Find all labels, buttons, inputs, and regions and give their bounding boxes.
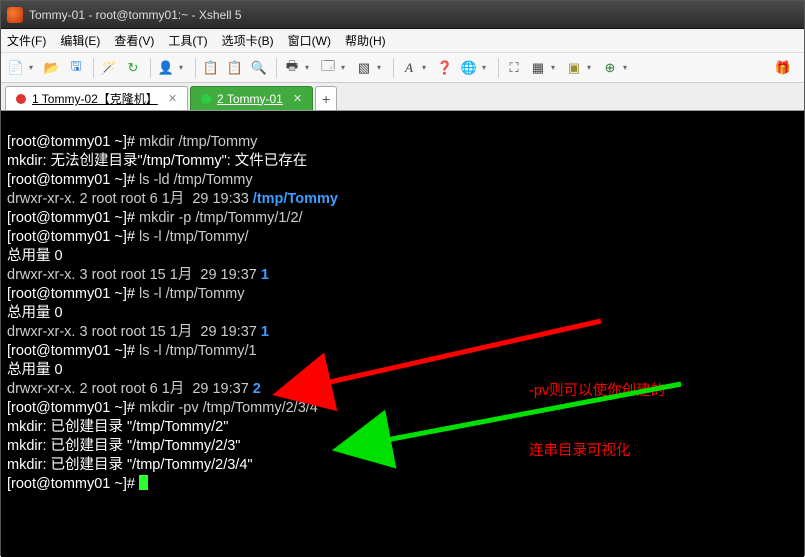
menu-view[interactable]: 查看(V) [114, 32, 154, 49]
dir: 2 [253, 381, 261, 397]
tab-bar: 1 Tommy-02【克隆机】 ✕ 2 Tommy-01 ✕ + [1, 83, 804, 111]
cmd: ls -l /tmp/Tommy/1 [139, 343, 257, 359]
transfer-icon[interactable]: ⊕ [599, 57, 621, 79]
menu-file[interactable]: 文件(F) [7, 32, 46, 49]
cmd: mkdir /tmp/Tommy [139, 134, 257, 150]
menu-help[interactable]: 帮助(H) [345, 32, 386, 49]
prompt: [root@tommy01 ~]# [7, 210, 139, 226]
help-icon[interactable]: ❓ [434, 57, 456, 79]
cmd: ls -ld /tmp/Tommy [139, 172, 253, 188]
add-tab-button[interactable]: + [315, 86, 337, 110]
path: /tmp/Tommy [253, 191, 338, 207]
dropdown-icon[interactable]: ▾ [587, 63, 595, 72]
copy-icon[interactable]: 📋 [200, 57, 222, 79]
tab-label: 1 Tommy-02【克隆机】 [32, 90, 158, 107]
output: mkdir: 无法创建目录"/tmp/Tommy": 文件已存在 [7, 153, 307, 169]
cmd: mkdir -p /tmp/Tommy/1/2/ [139, 210, 303, 226]
toolbar: 📄▾ 📂 🖫 🪄 ↻ 👤▾ 📋 📋 🔍 🖶▾ 🗔▾ ▧▾ A▾ ❓ 🌐▾ ⛶ ▦… [1, 53, 804, 83]
prompt: [root@tommy01 ~]# [7, 400, 139, 416]
separator [93, 58, 94, 78]
menu-window[interactable]: 窗口(W) [288, 32, 331, 49]
properties-icon[interactable]: 🗔 [317, 57, 339, 79]
output: mkdir: 已创建目录 "/tmp/Tommy/2/3" [7, 438, 240, 454]
wand-icon[interactable]: 🪄 [98, 57, 120, 79]
open-icon[interactable]: 📂 [41, 57, 63, 79]
output: drwxr-xr-x. 2 root root 6 1月 29 19:33 [7, 191, 253, 207]
palette-icon[interactable]: ▧ [353, 57, 375, 79]
status-dot-icon [201, 94, 211, 104]
fullscreen-icon[interactable]: ⛶ [503, 57, 525, 79]
terminal[interactable]: [root@tommy01 ~]# mkdir /tmp/Tommy mkdir… [1, 111, 804, 557]
output: 总用量 0 [7, 362, 63, 378]
output: 总用量 0 [7, 305, 63, 321]
menu-tools[interactable]: 工具(T) [168, 32, 207, 49]
tab-label: 2 Tommy-01 [217, 92, 283, 106]
close-icon[interactable]: ✕ [168, 92, 177, 105]
status-dot-icon [16, 94, 26, 104]
annotation-line: 连串目录可视化 [529, 441, 665, 461]
output: mkdir: 已创建目录 "/tmp/Tommy/2/3/4" [7, 457, 253, 473]
tab-tommy02[interactable]: 1 Tommy-02【克隆机】 ✕ [5, 86, 188, 110]
layout-icon[interactable]: ▦ [527, 57, 549, 79]
separator [195, 58, 196, 78]
dropdown-icon[interactable]: ▾ [305, 63, 313, 72]
output: drwxr-xr-x. 3 root root 15 1月 29 19:37 [7, 324, 261, 340]
prompt: [root@tommy01 ~]# [7, 172, 139, 188]
gift-icon[interactable]: 🎁 [772, 57, 794, 79]
dropdown-icon[interactable]: ▾ [482, 63, 490, 72]
cursor [139, 475, 148, 490]
output: drwxr-xr-x. 2 root root 6 1月 29 19:37 [7, 381, 253, 397]
cmd: mkdir -pv /tmp/Tommy/2/3/4 [139, 400, 318, 416]
app-icon [7, 7, 23, 23]
cmd: ls -l /tmp/Tommy [139, 286, 245, 302]
output: 总用量 0 [7, 248, 63, 264]
prompt: [root@tommy01 ~]# [7, 343, 139, 359]
window-title: Tommy-01 - root@tommy01:~ - Xshell 5 [29, 8, 242, 22]
annotation-text: -pv则可以使你创建的 连串目录可视化 [529, 341, 665, 501]
dropdown-icon[interactable]: ▾ [377, 63, 385, 72]
close-icon[interactable]: ✕ [293, 92, 302, 105]
dir: 1 [261, 324, 269, 340]
separator [276, 58, 277, 78]
reconnect-icon[interactable]: ↻ [122, 57, 144, 79]
profile-icon[interactable]: 👤 [155, 57, 177, 79]
dir: 1 [261, 267, 269, 283]
dropdown-icon[interactable]: ▾ [422, 63, 430, 72]
annotation-line: -pv则可以使你创建的 [529, 381, 665, 401]
paste-icon[interactable]: 📋 [224, 57, 246, 79]
prompt: [root@tommy01 ~]# [7, 229, 139, 245]
font-icon[interactable]: A [398, 57, 420, 79]
search-icon[interactable]: 🔍 [248, 57, 270, 79]
prompt: [root@tommy01 ~]# [7, 286, 139, 302]
globe-icon[interactable]: 🌐 [458, 57, 480, 79]
dropdown-icon[interactable]: ▾ [551, 63, 559, 72]
dropdown-icon[interactable]: ▾ [623, 63, 631, 72]
prompt: [root@tommy01 ~]# [7, 134, 139, 150]
save-icon[interactable]: 🖫 [65, 57, 87, 79]
sftp-icon[interactable]: ▣ [563, 57, 585, 79]
menu-tabs[interactable]: 选项卡(B) [222, 32, 274, 49]
cmd: ls -l /tmp/Tommy/ [139, 229, 249, 245]
menu-bar: 文件(F) 编辑(E) 查看(V) 工具(T) 选项卡(B) 窗口(W) 帮助(… [1, 29, 804, 53]
separator [393, 58, 394, 78]
print-icon[interactable]: 🖶 [281, 57, 303, 79]
tab-tommy01[interactable]: 2 Tommy-01 ✕ [190, 86, 313, 110]
new-icon[interactable]: 📄 [5, 57, 27, 79]
dropdown-icon[interactable]: ▾ [29, 63, 37, 72]
output: drwxr-xr-x. 3 root root 15 1月 29 19:37 [7, 267, 261, 283]
menu-edit[interactable]: 编辑(E) [60, 32, 100, 49]
separator [150, 58, 151, 78]
output: mkdir: 已创建目录 "/tmp/Tommy/2" [7, 419, 228, 435]
separator [498, 58, 499, 78]
window-titlebar: Tommy-01 - root@tommy01:~ - Xshell 5 [1, 1, 804, 29]
dropdown-icon[interactable]: ▾ [341, 63, 349, 72]
dropdown-icon[interactable]: ▾ [179, 63, 187, 72]
prompt: [root@tommy01 ~]# [7, 476, 139, 492]
